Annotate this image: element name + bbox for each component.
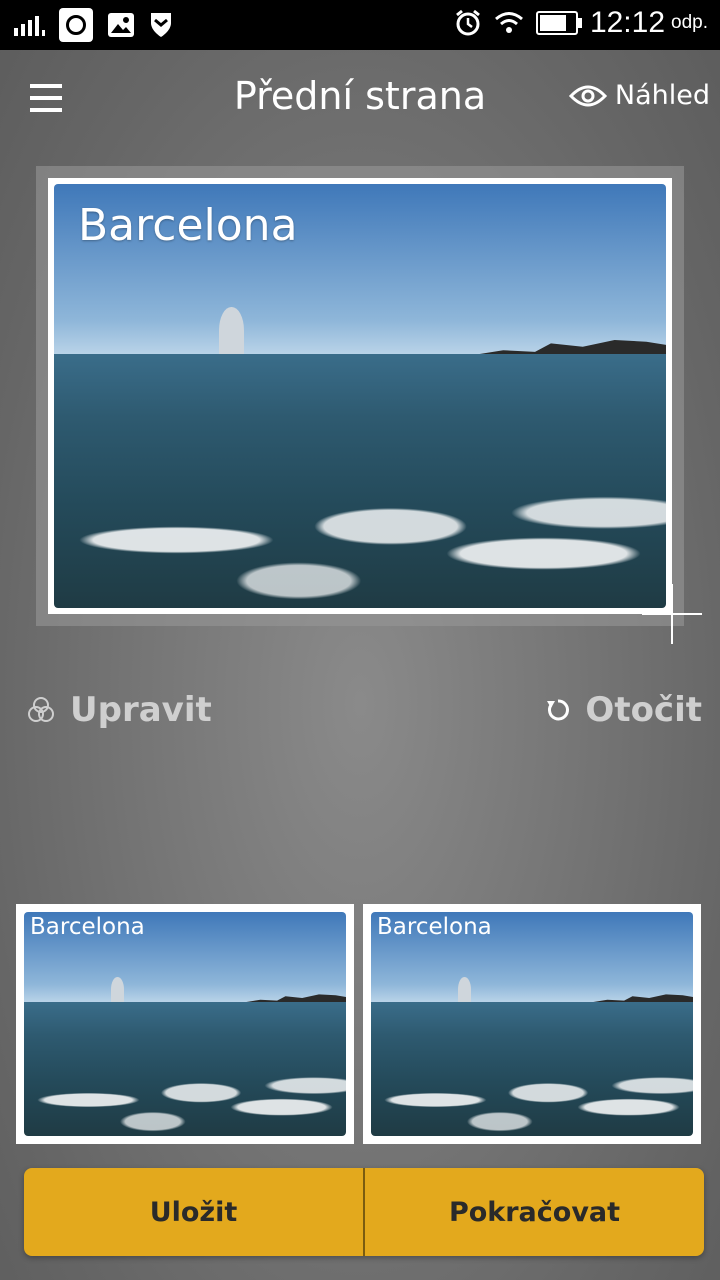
clock: 12:12 — [589, 6, 666, 39]
thumbnail-1[interactable]: Barcelona — [16, 904, 354, 1144]
continue-button[interactable]: Pokračovat — [365, 1168, 704, 1256]
save-button[interactable]: Uložit — [24, 1168, 365, 1256]
filter-circles-icon — [28, 697, 54, 722]
thumbnail-scene — [24, 912, 346, 1136]
preview-button[interactable]: Náhled — [568, 80, 710, 111]
app-header: Přední strana Náhled — [0, 50, 720, 150]
rotate-button[interactable]: Otočit — [545, 690, 702, 730]
shield-icon — [151, 13, 171, 37]
preview-label: Náhled — [614, 80, 710, 111]
bottom-button-bar: Uložit Pokračovat — [24, 1168, 704, 1256]
clock-suffix: odp. — [671, 12, 708, 33]
edit-button[interactable]: Upravit — [26, 690, 212, 730]
postcard-front-photo[interactable]: Barcelona — [48, 178, 672, 614]
thumbnail-caption: Barcelona — [30, 914, 145, 940]
eye-icon — [568, 85, 607, 106]
alarm-icon — [456, 9, 480, 36]
postcard-caption[interactable]: Barcelona — [78, 200, 298, 251]
wifi-icon — [494, 12, 523, 33]
edit-label: Upravit — [70, 690, 212, 730]
image-icon — [108, 13, 134, 37]
resize-handle[interactable] — [642, 584, 702, 644]
app-notification-icon — [59, 8, 93, 42]
thumbnail-scene — [371, 912, 693, 1136]
status-bar: 12:12 odp. — [0, 0, 720, 50]
thumbnail-caption: Barcelona — [377, 914, 492, 940]
rotate-icon — [547, 699, 570, 721]
signal-icon — [14, 14, 45, 36]
battery-icon — [535, 11, 582, 35]
rotate-label: Otočit — [585, 690, 702, 730]
thumbnail-2[interactable]: Barcelona — [363, 904, 701, 1144]
